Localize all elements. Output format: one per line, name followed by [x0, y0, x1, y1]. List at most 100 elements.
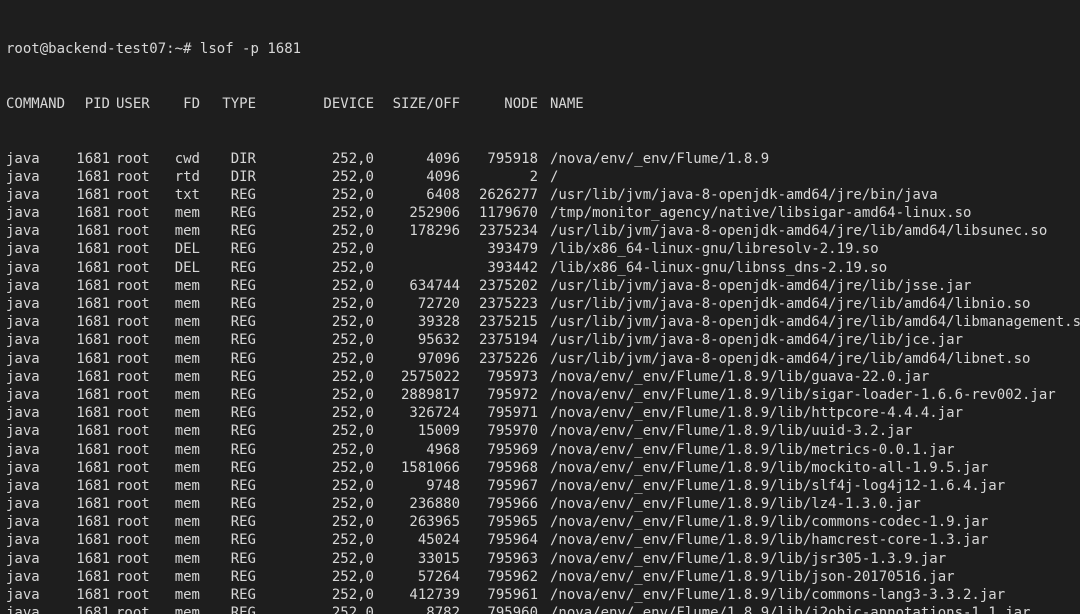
cell-device: 252,0: [262, 422, 374, 440]
lsof-row: java1681rootmemREG252,06347442375202/usr…: [6, 277, 1074, 295]
cell-device: 252,0: [262, 495, 374, 513]
cell-fd: mem: [164, 568, 200, 586]
cell-user: root: [116, 150, 158, 168]
cell-user: root: [116, 550, 158, 568]
cell-size: 72720: [380, 295, 460, 313]
hdr-device: DEVICE: [262, 95, 374, 113]
cell-size: 4096: [380, 168, 460, 186]
cell-name: /usr/lib/jvm/java-8-openjdk-amd64/jre/li…: [544, 313, 1080, 331]
cell-pid: 1681: [68, 495, 110, 513]
cell-fd: DEL: [164, 259, 200, 277]
cell-type: REG: [206, 586, 256, 604]
cell-node: 393442: [466, 259, 538, 277]
cell-fd: mem: [164, 350, 200, 368]
cell-device: 252,0: [262, 550, 374, 568]
cell-pid: 1681: [68, 331, 110, 349]
hdr-type: TYPE: [206, 95, 256, 113]
cell-fd: txt: [164, 186, 200, 204]
cell-type: REG: [206, 186, 256, 204]
lsof-row: java1681rootmemREG252,0263965795965/nova…: [6, 513, 1074, 531]
cell-device: 252,0: [262, 586, 374, 604]
cell-command: java: [6, 422, 62, 440]
cell-fd: mem: [164, 531, 200, 549]
lsof-row: java1681rootmemREG252,0412739795961/nova…: [6, 586, 1074, 604]
cell-size: 178296: [380, 222, 460, 240]
cell-size: 95632: [380, 331, 460, 349]
cell-user: root: [116, 604, 158, 614]
cell-command: java: [6, 313, 62, 331]
cell-size: 1581066: [380, 459, 460, 477]
cell-user: root: [116, 313, 158, 331]
cell-fd: rtd: [164, 168, 200, 186]
hdr-node: NODE: [466, 95, 538, 113]
cell-node: 795965: [466, 513, 538, 531]
cell-command: java: [6, 495, 62, 513]
cell-pid: 1681: [68, 586, 110, 604]
lsof-row: java1681rootmemREG252,045024795964/nova/…: [6, 531, 1074, 549]
cell-fd: mem: [164, 422, 200, 440]
cell-command: java: [6, 204, 62, 222]
lsof-row: java1681roottxtREG252,064082626277/usr/l…: [6, 186, 1074, 204]
cell-fd: mem: [164, 441, 200, 459]
cell-node: 2: [466, 168, 538, 186]
cell-fd: mem: [164, 459, 200, 477]
cell-device: 252,0: [262, 477, 374, 495]
cell-user: root: [116, 386, 158, 404]
cell-pid: 1681: [68, 168, 110, 186]
cell-type: REG: [206, 495, 256, 513]
cell-user: root: [116, 441, 158, 459]
cell-type: REG: [206, 240, 256, 258]
cell-name: /usr/lib/jvm/java-8-openjdk-amd64/jre/li…: [544, 295, 1030, 313]
cell-name: /nova/env/_env/Flume/1.8.9/lib/hamcrest-…: [544, 531, 988, 549]
prompt-symbol: #: [183, 41, 191, 57]
cell-pid: 1681: [68, 531, 110, 549]
cell-command: java: [6, 477, 62, 495]
cell-command: java: [6, 568, 62, 586]
cell-size: 45024: [380, 531, 460, 549]
lsof-row: java1681rootmemREG252,015009795970/nova/…: [6, 422, 1074, 440]
hdr-user: USER: [116, 95, 158, 113]
cell-command: java: [6, 222, 62, 240]
cell-user: root: [116, 295, 158, 313]
cell-name: /nova/env/_env/Flume/1.8.9/lib/commons-c…: [544, 513, 988, 531]
cell-pid: 1681: [68, 386, 110, 404]
cell-command: java: [6, 259, 62, 277]
lsof-row: java1681rootmemREG252,02575022795973/nov…: [6, 368, 1074, 386]
cell-command: java: [6, 404, 62, 422]
cell-pid: 1681: [68, 313, 110, 331]
cell-fd: mem: [164, 513, 200, 531]
cell-pid: 1681: [68, 441, 110, 459]
cell-name: /usr/lib/jvm/java-8-openjdk-amd64/jre/li…: [544, 222, 1047, 240]
cell-fd: mem: [164, 222, 200, 240]
cell-pid: 1681: [68, 350, 110, 368]
cell-size: 412739: [380, 586, 460, 604]
cell-node: 2375223: [466, 295, 538, 313]
cell-user: root: [116, 259, 158, 277]
cell-type: REG: [206, 350, 256, 368]
cell-pid: 1681: [68, 568, 110, 586]
cell-user: root: [116, 168, 158, 186]
cell-user: root: [116, 368, 158, 386]
cell-type: DIR: [206, 168, 256, 186]
cell-command: java: [6, 441, 62, 459]
cell-device: 252,0: [262, 604, 374, 614]
cell-name: /nova/env/_env/Flume/1.8.9/lib/httpcore-…: [544, 404, 963, 422]
terminal-output[interactable]: root@backend-test07:~# lsof -p 1681 COMM…: [0, 0, 1080, 614]
cell-device: 252,0: [262, 186, 374, 204]
cell-pid: 1681: [68, 277, 110, 295]
cell-type: REG: [206, 368, 256, 386]
cell-command: java: [6, 604, 62, 614]
cell-fd: mem: [164, 204, 200, 222]
cell-node: 795963: [466, 550, 538, 568]
lsof-row: java1681rootDELREG252,0393479/lib/x86_64…: [6, 240, 1074, 258]
cell-user: root: [116, 513, 158, 531]
cell-node: 795973: [466, 368, 538, 386]
cell-type: REG: [206, 604, 256, 614]
cell-node: 2375234: [466, 222, 538, 240]
hdr-size: SIZE/OFF: [380, 95, 460, 113]
hdr-fd: FD: [164, 95, 200, 113]
cell-node: 1179670: [466, 204, 538, 222]
cell-node: 795960: [466, 604, 538, 614]
cell-device: 252,0: [262, 350, 374, 368]
cell-size: 2889817: [380, 386, 460, 404]
